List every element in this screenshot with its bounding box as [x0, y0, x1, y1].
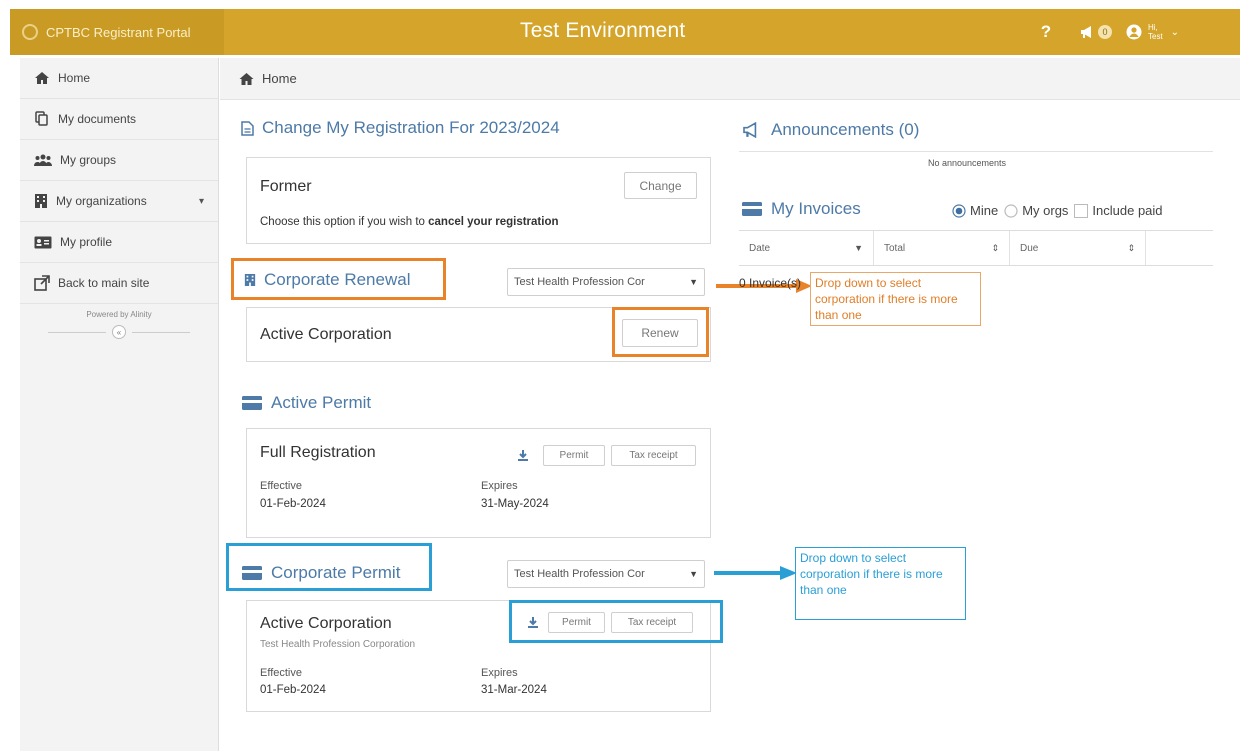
chevron-down-icon: ▼ [689, 277, 698, 287]
user-name: Test [1148, 32, 1163, 41]
collapse-sidebar-button[interactable]: « [112, 325, 126, 339]
change-button[interactable]: Change [624, 172, 697, 199]
document-icon [241, 120, 254, 136]
corporate-permit-card-title: Active Corporation [260, 615, 392, 632]
renew-button[interactable]: Renew [622, 319, 698, 347]
sidebar-item-organizations[interactable]: My organizations ▾ [20, 181, 218, 222]
corporate-permit-card-subtitle: Test Health Profession Corporation [260, 639, 416, 650]
expires-label: Expires [481, 480, 518, 492]
column-date[interactable]: Date ▼ [739, 231, 874, 265]
sidebar-item-label: Back to main site [58, 276, 150, 290]
radio-unselected-icon [1004, 203, 1018, 218]
sidebar-item-profile[interactable]: My profile [20, 222, 218, 263]
chevron-down-icon: ▼ [689, 569, 698, 579]
blue-annotation-note: Drop down to select corporation if there… [795, 547, 966, 620]
effective-label: Effective [260, 480, 302, 492]
invoice-count: 0 Invoice(s) [739, 276, 802, 290]
corporate-renewal-title: Corporate Renewal [244, 270, 410, 290]
former-card: Former Change Choose this option if you … [246, 157, 711, 244]
active-permit-card: Full Registration Permit Tax receipt Eff… [246, 428, 711, 538]
environment-title: Test Environment [520, 19, 686, 42]
user-avatar-icon [1126, 24, 1142, 40]
sidebar-item-label: Home [58, 71, 91, 85]
orange-annotation-note: Drop down to select corporation if there… [810, 272, 981, 326]
documents-icon [35, 111, 48, 126]
invoice-filters: Mine My orgs Include paid [952, 203, 1163, 218]
sidebar-item-back-to-main-site[interactable]: Back to main site [20, 263, 218, 304]
sidebar-item-label: My profile [60, 235, 113, 249]
groups-icon [34, 154, 52, 166]
sidebar-item-label: My organizations [56, 194, 147, 208]
effective-date: 01-Feb-2024 [260, 684, 326, 696]
sidebar: Home My documents My groups My organizat… [20, 58, 219, 751]
chevron-down-icon[interactable]: ▾ [199, 196, 204, 207]
sort-desc-icon: ▼ [854, 243, 863, 253]
sidebar-item-label: My groups [60, 153, 117, 167]
former-title: Former [260, 178, 312, 195]
announcements-title: Announcements (0) [741, 120, 919, 140]
radio-selected-icon [952, 203, 966, 218]
announcements-button[interactable]: 0 [1066, 25, 1126, 39]
user-greeting: Hi, [1148, 23, 1158, 32]
sidebar-item-home[interactable]: Home [20, 58, 218, 99]
sidebar-item-documents[interactable]: My documents [20, 99, 218, 140]
megaphone-icon [1081, 26, 1091, 38]
active-permit-title: Active Permit [241, 393, 371, 413]
permit-button[interactable]: Permit [543, 445, 605, 466]
app-logo[interactable]: CPTBC Registrant Portal [10, 9, 224, 55]
corporate-permit-title: Corporate Permit [241, 563, 400, 583]
column-due[interactable]: Due ⇕ [1010, 231, 1146, 265]
id-card-icon [34, 236, 52, 248]
no-announcements-text: No announcements [928, 158, 1007, 168]
blue-arrow-icon [714, 566, 797, 580]
logo-icon [22, 24, 38, 40]
breadcrumb: Home [220, 58, 1240, 100]
sidebar-item-groups[interactable]: My groups [20, 140, 218, 181]
chevron-down-icon: ⌄ [1170, 26, 1180, 38]
sort-icon: ⇕ [991, 242, 999, 253]
home-icon [35, 72, 49, 84]
radio-mine[interactable]: Mine [952, 203, 998, 218]
download-icon[interactable] [517, 449, 529, 462]
app-name: CPTBC Registrant Portal [46, 24, 191, 40]
credit-card-icon [742, 202, 762, 216]
sidebar-collapse: « [20, 325, 218, 339]
header-icons: ? 0 Hi, Test ⌄ [1026, 9, 1206, 55]
help-icon[interactable]: ? [1026, 22, 1066, 42]
powered-by: Powered by Alinity [86, 310, 152, 319]
corporate-permit-select[interactable]: Test Health Profession Cor ▼ [507, 560, 705, 588]
expires-label: Expires [481, 667, 518, 679]
active-permit-card-title: Full Registration [260, 444, 376, 461]
include-paid-checkbox[interactable]: Include paid [1074, 203, 1163, 218]
invoices-table-header: Date ▼ Total ⇕ Due ⇕ [739, 230, 1213, 266]
effective-label: Effective [260, 667, 302, 679]
breadcrumb-home[interactable]: Home [262, 71, 297, 86]
radio-my-orgs[interactable]: My orgs [1004, 203, 1068, 218]
user-menu[interactable]: Hi, Test ⌄ [1126, 23, 1206, 41]
announcement-count-badge: 0 [1098, 25, 1112, 39]
registration-section-title: Change My Registration For 2023/2024 [241, 118, 560, 138]
effective-date: 01-Feb-2024 [260, 498, 326, 510]
checkbox-icon [1074, 203, 1089, 218]
download-icon[interactable] [527, 616, 539, 629]
external-link-icon [34, 275, 50, 291]
credit-card-icon [242, 396, 262, 410]
column-total[interactable]: Total ⇕ [874, 231, 1010, 265]
home-icon [239, 72, 254, 85]
sidebar-item-label: My documents [58, 112, 137, 126]
former-description: Choose this option if you wish to cancel… [260, 216, 559, 228]
corporate-renewal-select[interactable]: Test Health Profession Cor ▼ [507, 268, 705, 296]
tax-receipt-button[interactable]: Tax receipt [611, 445, 696, 466]
building-icon [244, 274, 256, 286]
corporate-renewal-card-title: Active Corporation [260, 326, 392, 343]
tax-receipt-button[interactable]: Tax receipt [611, 612, 693, 633]
building-icon [35, 194, 47, 208]
invoices-title: My Invoices [741, 199, 861, 219]
sort-icon: ⇕ [1127, 242, 1135, 253]
megaphone-icon [743, 122, 757, 138]
expires-date: 31-Mar-2024 [481, 684, 547, 696]
expires-date: 31-May-2024 [481, 498, 549, 510]
credit-card-icon [242, 566, 262, 580]
permit-button[interactable]: Permit [548, 612, 605, 633]
